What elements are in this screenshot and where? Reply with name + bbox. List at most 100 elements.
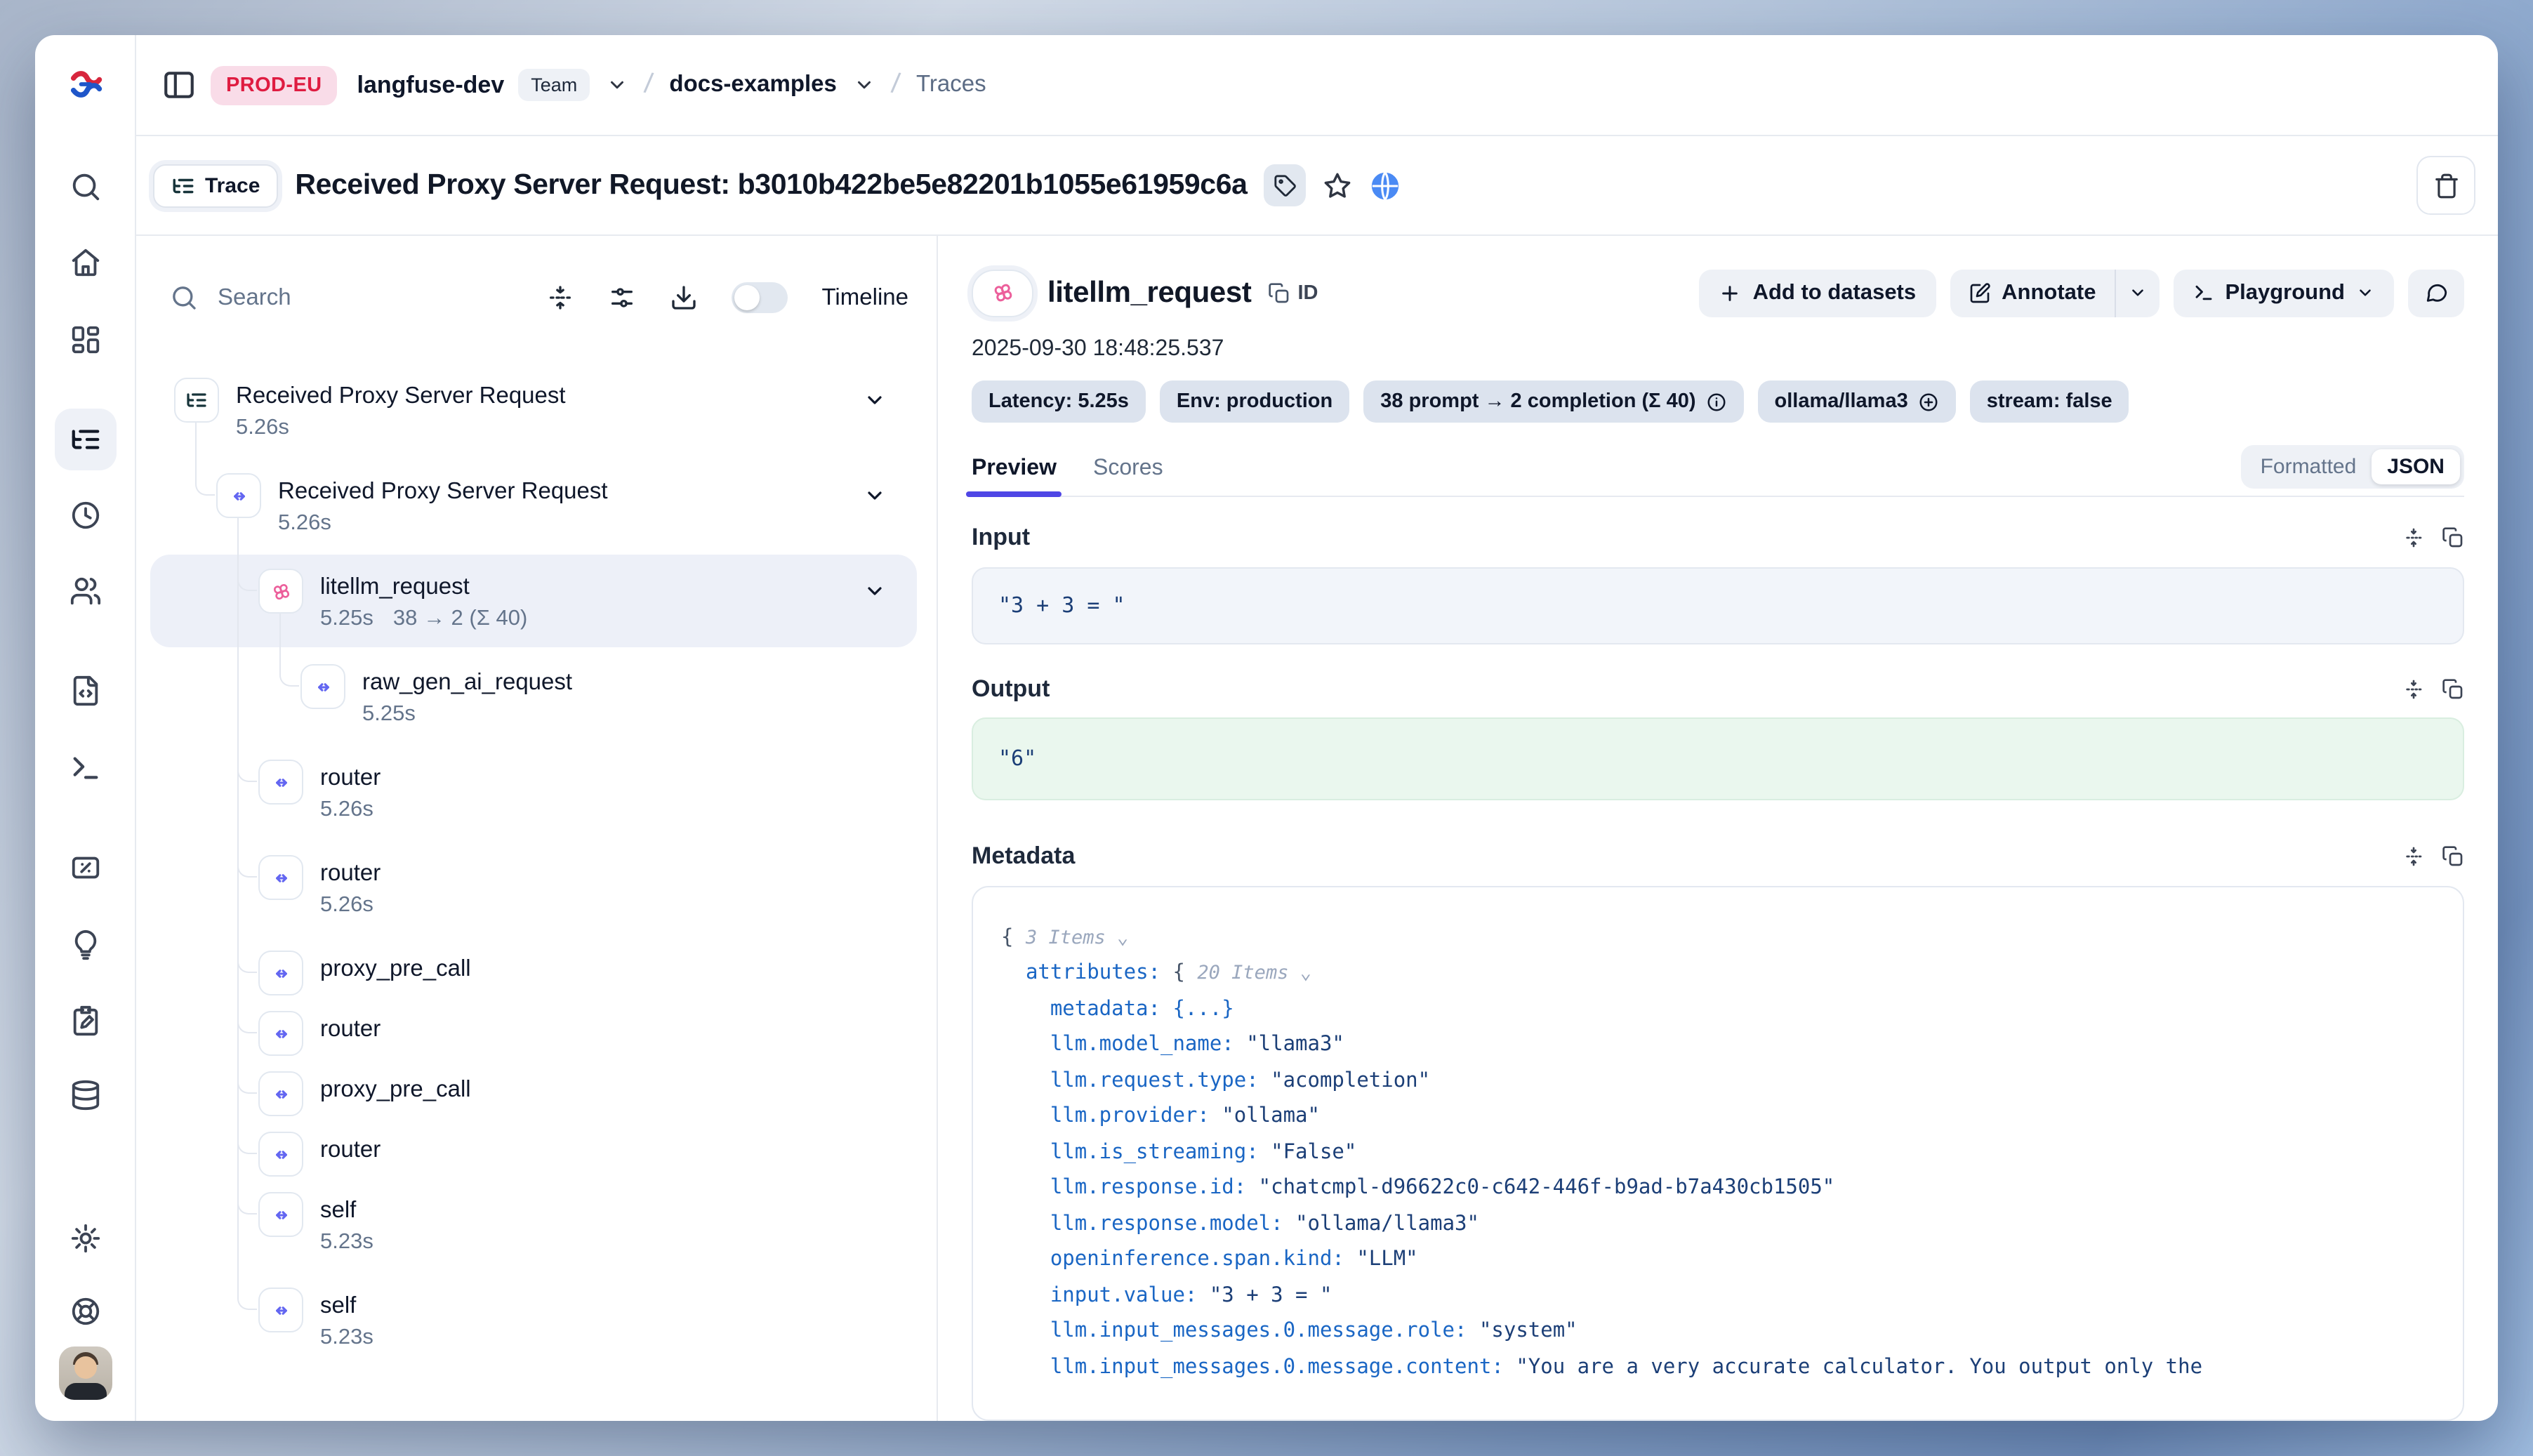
tree-row-name: self	[320, 1192, 373, 1224]
project-chevron-down-icon[interactable]	[854, 74, 875, 95]
tree-row[interactable]: router5.26s	[136, 751, 937, 847]
tree-row-name: router	[320, 1011, 381, 1043]
observation-badges: Latency: 5.25s Env: production 38 prompt →…	[972, 381, 2464, 423]
public-globe-icon[interactable]	[1370, 169, 1402, 201]
observation-badge[interactable]: Env: production	[1160, 381, 1349, 423]
tab-scores[interactable]: Scores	[1093, 457, 1163, 496]
tree-row[interactable]: self5.23s	[136, 1279, 937, 1375]
sidebar-toggle-icon[interactable]	[161, 67, 197, 102]
tracing-icon[interactable]	[69, 423, 101, 456]
collapse-input-icon[interactable]	[2402, 527, 2425, 550]
tree-row[interactable]: self5.23s	[136, 1184, 937, 1279]
datasets-database-icon[interactable]	[69, 1079, 101, 1111]
json-line: metadata: {...}	[1001, 992, 2435, 1028]
span-icon	[216, 473, 261, 518]
org-chevron-down-icon[interactable]	[607, 74, 628, 95]
sessions-clock-icon[interactable]	[69, 499, 101, 531]
badge-label: Latency: 5.25s	[988, 391, 1129, 413]
format-option-json[interactable]: JSON	[2372, 450, 2460, 485]
observation-badge[interactable]: ollama/llama3	[1758, 381, 1956, 423]
trace-title-bar: Trace Received Proxy Server Request: b30…	[136, 136, 2498, 236]
chevron-down-icon[interactable]	[864, 389, 886, 411]
tree-row[interactable]: Received Proxy Server Request5.26s	[136, 369, 937, 465]
prompts-file-code-icon[interactable]	[69, 675, 101, 707]
chevron-down-icon[interactable]	[864, 580, 886, 602]
tree-row[interactable]: proxy_pre_call	[136, 942, 937, 1002]
output-value: "6"	[972, 717, 2464, 800]
download-icon[interactable]	[670, 284, 699, 312]
input-section-title: Input	[972, 524, 1030, 552]
collapse-output-icon[interactable]	[2402, 677, 2425, 700]
annotate-dropdown-chevron[interactable]	[2115, 269, 2159, 317]
json-line: llm.provider: "ollama"	[1001, 1099, 2435, 1135]
org-name[interactable]: langfuse-dev	[357, 71, 505, 99]
json-line: llm.input_messages.0.message.role: "syst…	[1001, 1314, 2435, 1350]
info-icon	[1706, 392, 1727, 413]
collapse-metadata-icon[interactable]	[2402, 845, 2425, 867]
format-option-formatted[interactable]: Formatted	[2245, 450, 2372, 485]
tree-row[interactable]: proxy_pre_call	[136, 1063, 937, 1123]
add-to-datasets-button[interactable]: Add to datasets	[1700, 269, 1936, 317]
tree-row[interactable]: router5.26s	[136, 847, 937, 942]
copy-id-button[interactable]: ID	[1268, 282, 1318, 304]
json-line: llm.response.id: "chatcmpl-d96622c0-c642…	[1001, 1171, 2435, 1207]
json-line: { 3 Items ⌄	[1001, 920, 2435, 956]
bookmark-star-icon[interactable]	[1323, 171, 1353, 200]
tree-row-duration: 5.25s	[320, 607, 373, 632]
environment-badge[interactable]: PROD-EU	[211, 65, 338, 105]
org-logo[interactable]	[67, 66, 103, 102]
dashboard-icon[interactable]	[69, 324, 101, 356]
tree-row[interactable]: router	[136, 1002, 937, 1063]
observation-badge[interactable]: stream: false	[1970, 381, 2129, 423]
collapse-all-icon[interactable]	[547, 284, 575, 312]
tree-row-name: Received Proxy Server Request	[236, 378, 566, 410]
copy-input-icon[interactable]	[2442, 527, 2464, 550]
evaluation-lightbulb-icon[interactable]	[69, 929, 101, 961]
search-input[interactable]	[215, 283, 513, 312]
breadcrumb-section[interactable]: Traces	[916, 72, 986, 98]
delete-trace-button[interactable]	[2416, 156, 2475, 215]
tab-preview[interactable]: Preview	[972, 457, 1057, 496]
tree-row[interactable]: Received Proxy Server Request5.26s	[136, 465, 937, 560]
scores-percent-icon[interactable]	[69, 852, 101, 884]
span-icon	[300, 664, 345, 709]
tree-row-duration: 5.26s	[320, 798, 373, 823]
json-line: llm.model_name: "llama3"	[1001, 1028, 2435, 1064]
copy-output-icon[interactable]	[2442, 677, 2464, 700]
tree-row-name: litellm_request	[320, 569, 527, 601]
observation-badge[interactable]: Latency: 5.25s	[972, 381, 1146, 423]
tree-row-duration: 5.26s	[320, 893, 373, 918]
tree-row[interactable]: litellm_request5.25s38 → 2 (Σ 40)	[136, 560, 937, 656]
users-icon[interactable]	[69, 575, 101, 607]
observation-badge[interactable]: 38 prompt → 2 completion (Σ 40)	[1363, 381, 1743, 423]
annotate-button-group: Annotate	[1950, 269, 2159, 317]
support-lifebuoy-icon[interactable]	[69, 1295, 101, 1328]
metadata-section-title: Metadata	[972, 842, 1075, 870]
annotate-button[interactable]: Annotate	[1950, 269, 2114, 317]
tree-row[interactable]: raw_gen_ai_request5.25s	[136, 656, 937, 751]
project-name[interactable]: docs-examples	[669, 72, 836, 98]
badge-label: stream: false	[1987, 391, 2112, 413]
trace-type-badge[interactable]: Trace	[153, 164, 278, 207]
metadata-json-viewer[interactable]: { 3 Items ⌄ attributes: { 20 Items ⌄ met…	[972, 885, 2464, 1421]
tree-row[interactable]: router	[136, 1123, 937, 1184]
settings-gear-icon[interactable]	[69, 1222, 101, 1255]
desktop-background: PROD-EU langfuse-dev Team / docs-example…	[0, 0, 2533, 1456]
badge-label: 38 prompt → 2 completion (Σ 40)	[1380, 391, 1695, 413]
playground-terminal-icon[interactable]	[69, 752, 101, 784]
observation-name: litellm_request	[1047, 276, 1251, 310]
json-line: llm.is_streaming: "False"	[1001, 1135, 2435, 1171]
copy-metadata-icon[interactable]	[2442, 845, 2464, 867]
nav-rail	[35, 35, 136, 1421]
home-icon[interactable]	[69, 246, 101, 279]
user-avatar[interactable]	[58, 1346, 112, 1400]
add-to-datasets-label: Add to datasets	[1753, 280, 1917, 305]
search-nav-icon[interactable]	[69, 171, 101, 203]
timeline-toggle[interactable]	[732, 282, 788, 313]
annotation-clipboard-pen-icon[interactable]	[69, 1005, 101, 1037]
comments-button[interactable]	[2408, 269, 2464, 317]
playground-button[interactable]: Playground	[2173, 269, 2394, 317]
view-settings-icon[interactable]	[609, 284, 637, 312]
tag-icon[interactable]	[1264, 164, 1307, 206]
chevron-down-icon[interactable]	[864, 484, 886, 507]
